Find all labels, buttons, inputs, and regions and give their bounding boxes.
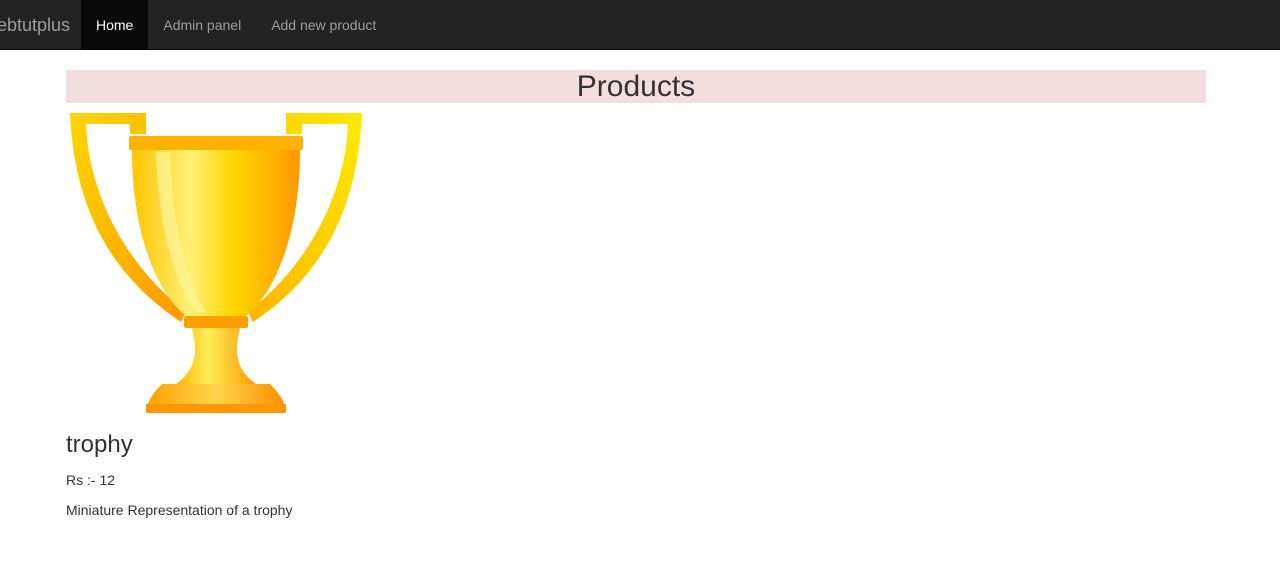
product-description: Miniature Representation of a trophy [66,502,293,518]
nav-item-add-new-product[interactable]: Add new product [256,0,391,50]
top-navbar: webtutplus Home Admin panel Add new prod… [0,0,1280,50]
product-name: trophy [66,431,133,458]
navbar-brand[interactable]: webtutplus [0,0,70,50]
trophy-image [70,113,362,413]
product-price: Rs :- 12 [66,472,116,488]
page-title: Products [66,70,1206,103]
nav-item-home[interactable]: Home [81,0,149,50]
nav-item-admin-panel[interactable]: Admin panel [148,0,256,50]
navbar-menu: Home Admin panel Add new product [81,0,391,50]
